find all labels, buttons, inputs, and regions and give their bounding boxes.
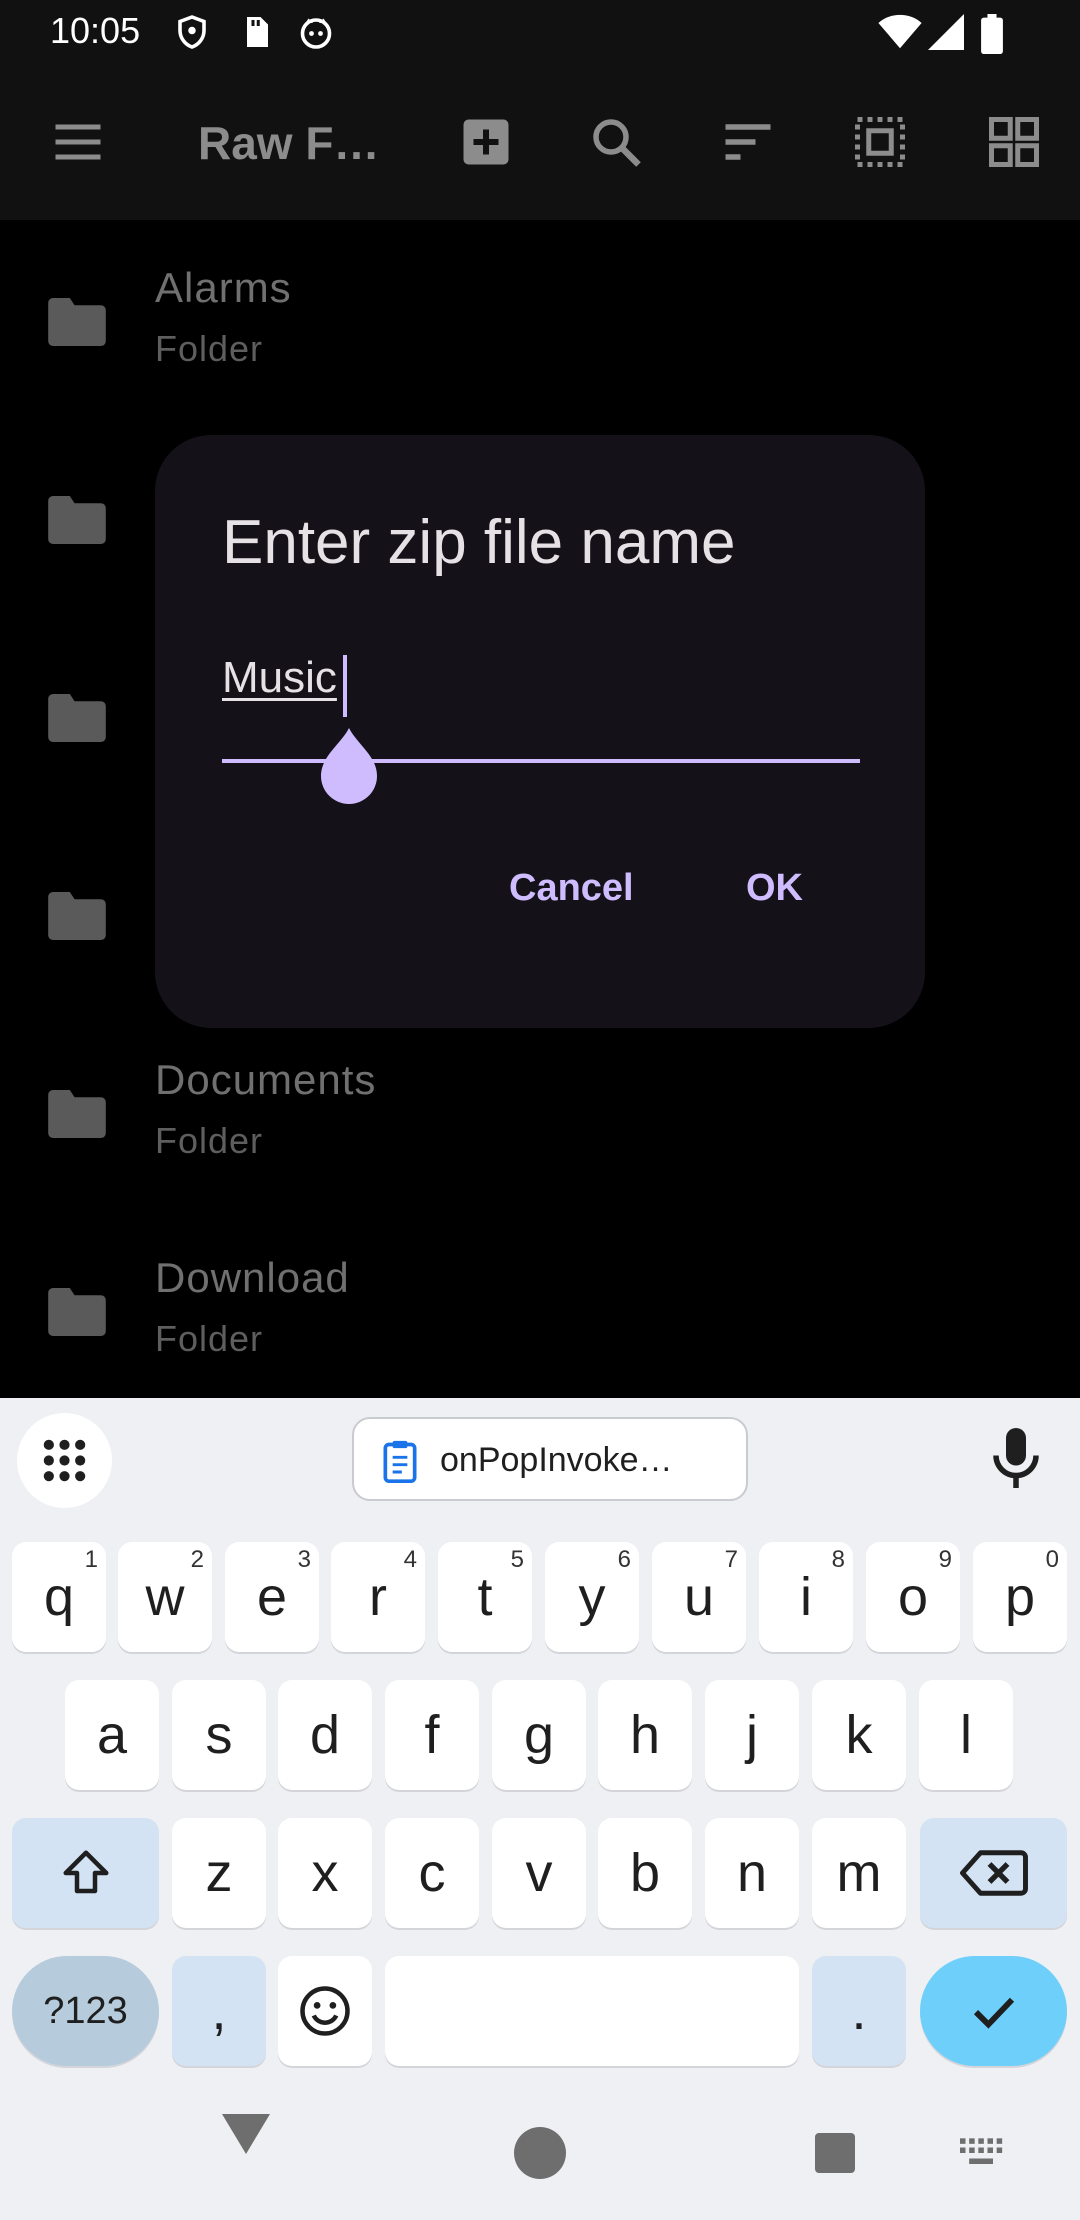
apps-grid-icon <box>43 1439 86 1482</box>
key-f[interactable]: f <box>385 1680 479 1790</box>
folder-icon <box>48 892 106 940</box>
key-w[interactable]: w2 <box>118 1542 212 1652</box>
grid-view-icon[interactable] <box>984 112 1044 172</box>
clipboard-icon <box>383 1440 417 1483</box>
key-n[interactable]: n <box>705 1818 799 1928</box>
file-name: Download <box>155 1254 350 1301</box>
list-item[interactable]: Download Folder <box>0 1210 1080 1408</box>
sd-card-icon <box>247 17 268 47</box>
folder-icon <box>48 694 106 742</box>
folder-icon <box>48 496 106 544</box>
recents-nav-icon[interactable] <box>815 2133 855 2173</box>
key-r[interactable]: r4 <box>331 1542 425 1652</box>
keyboard-menu-button[interactable] <box>17 1413 112 1508</box>
period-key[interactable]: . <box>812 1956 906 2066</box>
home-nav-icon[interactable] <box>514 2127 566 2179</box>
sort-icon[interactable] <box>718 112 778 172</box>
file-type: Folder <box>155 328 264 369</box>
key-m[interactable]: m <box>812 1818 906 1928</box>
shift-icon <box>63 1850 109 1894</box>
comma-key[interactable]: , <box>172 1956 266 2066</box>
key-y[interactable]: y6 <box>545 1542 639 1652</box>
key-p[interactable]: p0 <box>973 1542 1067 1652</box>
wifi-icon <box>878 14 922 49</box>
key-s[interactable]: s <box>172 1680 266 1790</box>
key-v[interactable]: v <box>492 1818 586 1928</box>
search-icon[interactable] <box>586 112 646 172</box>
clipboard-suggestion[interactable]: onPopInvoke… <box>352 1417 748 1501</box>
keyboard: onPopInvoke… q1 w2 e3 r4 t5 y6 u7 i8 o9 … <box>0 1398 1080 2220</box>
key-c[interactable]: c <box>385 1818 479 1928</box>
key-j[interactable]: j <box>705 1680 799 1790</box>
cursor-handle-icon[interactable] <box>317 728 381 808</box>
zip-name-value: Music <box>222 653 337 702</box>
text-cursor <box>343 655 347 717</box>
shift-key[interactable] <box>12 1818 159 1928</box>
keyboard-hide-icon[interactable] <box>960 2138 1004 2168</box>
file-name: Alarms <box>155 264 292 311</box>
cancel-button[interactable]: Cancel <box>509 867 634 910</box>
emoji-key[interactable] <box>278 1956 372 2066</box>
add-box-icon[interactable] <box>456 112 516 172</box>
cat-face-icon <box>300 18 332 49</box>
clipboard-text: onPopInvoke… <box>440 1441 673 1479</box>
symbols-key[interactable]: ?123 <box>12 1956 159 2066</box>
list-item[interactable]: Documents Folder <box>0 1012 1080 1210</box>
mic-icon[interactable] <box>990 1428 1042 1488</box>
key-l[interactable]: l <box>919 1680 1013 1790</box>
key-u[interactable]: u7 <box>652 1542 746 1652</box>
zip-name-dialog: Enter zip file name Music Cancel OK <box>155 435 925 1028</box>
key-i[interactable]: i8 <box>759 1542 853 1652</box>
back-nav-icon[interactable] <box>222 2113 270 2155</box>
key-g[interactable]: g <box>492 1680 586 1790</box>
key-o[interactable]: o9 <box>866 1542 960 1652</box>
key-k[interactable]: k <box>812 1680 906 1790</box>
key-q[interactable]: q1 <box>12 1542 106 1652</box>
folder-icon <box>48 1288 106 1336</box>
file-type: Folder <box>155 1318 264 1359</box>
backspace-icon <box>960 1850 1028 1896</box>
menu-icon[interactable] <box>48 112 108 172</box>
enter-key[interactable] <box>920 1956 1067 2066</box>
key-x[interactable]: x <box>278 1818 372 1928</box>
folder-icon <box>48 298 106 346</box>
select-all-icon[interactable] <box>850 112 910 172</box>
file-name: Documents <box>155 1056 377 1103</box>
backspace-key[interactable] <box>920 1818 1067 1928</box>
key-d[interactable]: d <box>278 1680 372 1790</box>
key-e[interactable]: e3 <box>225 1542 319 1652</box>
file-type: Folder <box>155 1120 264 1161</box>
key-t[interactable]: t5 <box>438 1542 532 1652</box>
key-b[interactable]: b <box>598 1818 692 1928</box>
space-key[interactable] <box>385 1956 799 2066</box>
key-z[interactable]: z <box>172 1818 266 1928</box>
list-item[interactable]: Alarms Folder <box>0 220 1080 418</box>
check-icon <box>973 1997 1015 2029</box>
folder-icon <box>48 1090 106 1138</box>
status-bar: 10:05 <box>0 0 1080 66</box>
key-a[interactable]: a <box>65 1680 159 1790</box>
zip-name-input[interactable]: Music <box>222 653 860 723</box>
app-title: Raw F… <box>198 117 380 169</box>
ok-button[interactable]: OK <box>746 867 803 910</box>
emoji-icon <box>300 1986 350 2036</box>
vpn-shield-icon <box>178 15 206 49</box>
battery-icon <box>981 14 1003 54</box>
key-h[interactable]: h <box>598 1680 692 1790</box>
dialog-title: Enter zip file name <box>222 508 736 577</box>
status-time: 10:05 <box>50 10 141 51</box>
cell-signal-icon <box>928 14 964 50</box>
app-bar: Raw F… <box>0 66 1080 220</box>
